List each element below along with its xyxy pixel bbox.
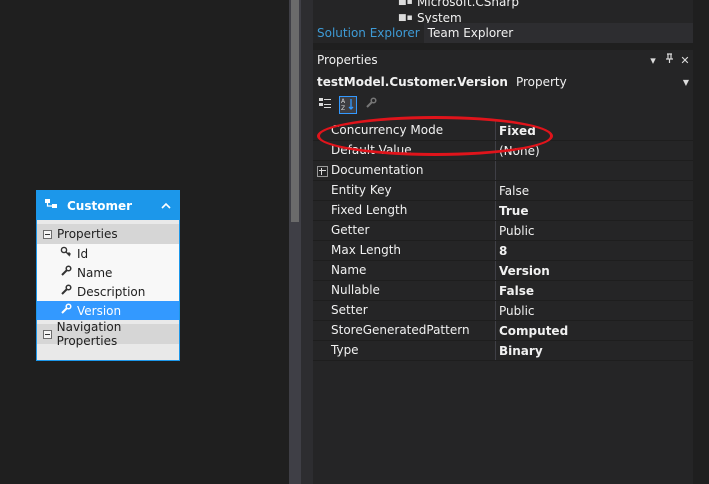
wrench-icon xyxy=(59,284,73,299)
entity-property-name[interactable]: Name xyxy=(37,263,179,282)
property-key: Documentation xyxy=(331,161,496,180)
property-key: Type xyxy=(331,341,496,360)
table-row[interactable]: Fixed Length True xyxy=(313,201,693,221)
panel-gap xyxy=(301,0,313,484)
property-pages-icon[interactable] xyxy=(363,97,379,113)
object-type: Property xyxy=(515,75,567,89)
table-row[interactable]: Nullable False xyxy=(313,281,693,301)
svg-text:A: A xyxy=(341,98,346,105)
properties-toolbar: AZ xyxy=(313,94,693,116)
tab-team-explorer[interactable]: Team Explorer xyxy=(424,23,518,43)
reference-icon: ■▪ xyxy=(398,0,413,7)
dropdown-arrow-icon[interactable]: ▼ xyxy=(683,78,689,87)
properties-title-bar: Properties ▾ ✕ xyxy=(313,50,693,70)
designer-canvas[interactable]: Customer Properties Id Name Description … xyxy=(0,0,289,484)
pin-icon[interactable] xyxy=(661,53,677,67)
property-grid: Concurrency Mode Fixed Default Value (No… xyxy=(313,121,693,361)
collapse-box-icon[interactable] xyxy=(43,329,52,339)
wrench-icon xyxy=(59,265,73,280)
table-row[interactable]: Documentation xyxy=(313,161,693,181)
wrench-icon xyxy=(59,303,73,318)
tree-item-label: System xyxy=(417,11,462,23)
property-value[interactable]: Public xyxy=(496,224,693,238)
entity-customer[interactable]: Customer Properties Id Name Description … xyxy=(36,190,180,361)
property-value[interactable]: Computed xyxy=(496,324,693,338)
entity-property-label: Name xyxy=(77,265,113,280)
table-row[interactable]: Setter Public xyxy=(313,301,693,321)
entity-type-icon xyxy=(43,198,59,213)
property-key: Max Length xyxy=(331,241,496,260)
expand-icon[interactable] xyxy=(313,164,331,178)
table-row[interactable]: Type Binary xyxy=(313,341,693,361)
tree-item[interactable]: ■▪ Microsoft.CSharp xyxy=(398,0,519,9)
alphabetical-icon[interactable]: AZ xyxy=(339,96,357,114)
entity-property-label: Version xyxy=(77,303,122,318)
explorer-tabs: Solution Explorer Team Explorer xyxy=(313,23,693,43)
entity-property-id[interactable]: Id xyxy=(37,244,179,263)
property-value[interactable]: False xyxy=(496,184,693,198)
table-row[interactable]: Max Length 8 xyxy=(313,241,693,261)
property-value[interactable]: (None) xyxy=(496,144,693,158)
property-key: Name xyxy=(331,261,496,280)
object-name: testModel.Customer.Version xyxy=(317,75,508,89)
entity-property-label: Id xyxy=(77,246,89,261)
scrollbar-thumb[interactable] xyxy=(291,0,299,222)
tree-item-label: Microsoft.CSharp xyxy=(417,0,519,9)
property-value[interactable]: 8 xyxy=(496,244,693,258)
property-key: Nullable xyxy=(331,281,496,300)
table-row[interactable]: Entity Key False xyxy=(313,181,693,201)
table-row[interactable]: Getter Public xyxy=(313,221,693,241)
entity-header[interactable]: Customer xyxy=(37,191,179,220)
collapse-box-icon[interactable] xyxy=(43,229,52,239)
entity-property-version[interactable]: Version xyxy=(37,301,179,320)
categorized-icon[interactable] xyxy=(317,97,333,113)
tree-item[interactable]: ■▪ System xyxy=(398,11,462,23)
entity-name: Customer xyxy=(67,198,133,213)
collapse-chevron-icon[interactable] xyxy=(161,199,171,212)
table-row[interactable]: Default Value (None) xyxy=(313,141,693,161)
navigation-properties-group[interactable]: Navigation Properties xyxy=(37,320,179,348)
tab-solution-explorer[interactable]: Solution Explorer xyxy=(313,23,424,43)
property-value[interactable]: True xyxy=(496,204,693,218)
property-value[interactable]: Fixed xyxy=(496,124,693,138)
property-key: Concurrency Mode xyxy=(331,121,496,140)
property-key: Entity Key xyxy=(331,181,496,200)
property-value[interactable]: False xyxy=(496,284,693,298)
property-key: StoreGeneratedPattern xyxy=(331,321,496,340)
entity-property-label: Description xyxy=(77,284,146,299)
solution-tree[interactable]: ■▪ Microsoft.CSharp ■▪ System xyxy=(313,0,693,23)
close-icon[interactable]: ✕ xyxy=(677,54,693,67)
properties-title: Properties xyxy=(317,53,378,67)
table-row[interactable]: Name Version xyxy=(313,261,693,281)
dropdown-arrow-icon[interactable]: ▾ xyxy=(645,54,661,67)
entity-property-description[interactable]: Description xyxy=(37,282,179,301)
property-key: Fixed Length xyxy=(331,201,496,220)
object-selector[interactable]: testModel.Customer.Version Property ▼ xyxy=(313,70,693,94)
properties-group-label: Properties xyxy=(57,227,118,241)
property-value[interactable]: Version xyxy=(496,264,693,278)
properties-group[interactable]: Properties xyxy=(37,224,179,244)
property-key: Setter xyxy=(331,301,496,320)
key-icon xyxy=(59,246,73,261)
svg-text:Z: Z xyxy=(341,105,345,111)
property-key: Default Value xyxy=(331,141,496,160)
table-row[interactable]: StoreGeneratedPattern Computed xyxy=(313,321,693,341)
property-value[interactable]: Public xyxy=(496,304,693,318)
navigation-group-label: Navigation Properties xyxy=(56,320,122,348)
reference-icon: ■▪ xyxy=(398,13,413,23)
table-row[interactable]: Concurrency Mode Fixed xyxy=(313,121,693,141)
properties-panel: Properties ▾ ✕ testModel.Customer.Versio… xyxy=(313,50,693,484)
property-value[interactable]: Binary xyxy=(496,344,693,358)
property-key: Getter xyxy=(331,221,496,240)
